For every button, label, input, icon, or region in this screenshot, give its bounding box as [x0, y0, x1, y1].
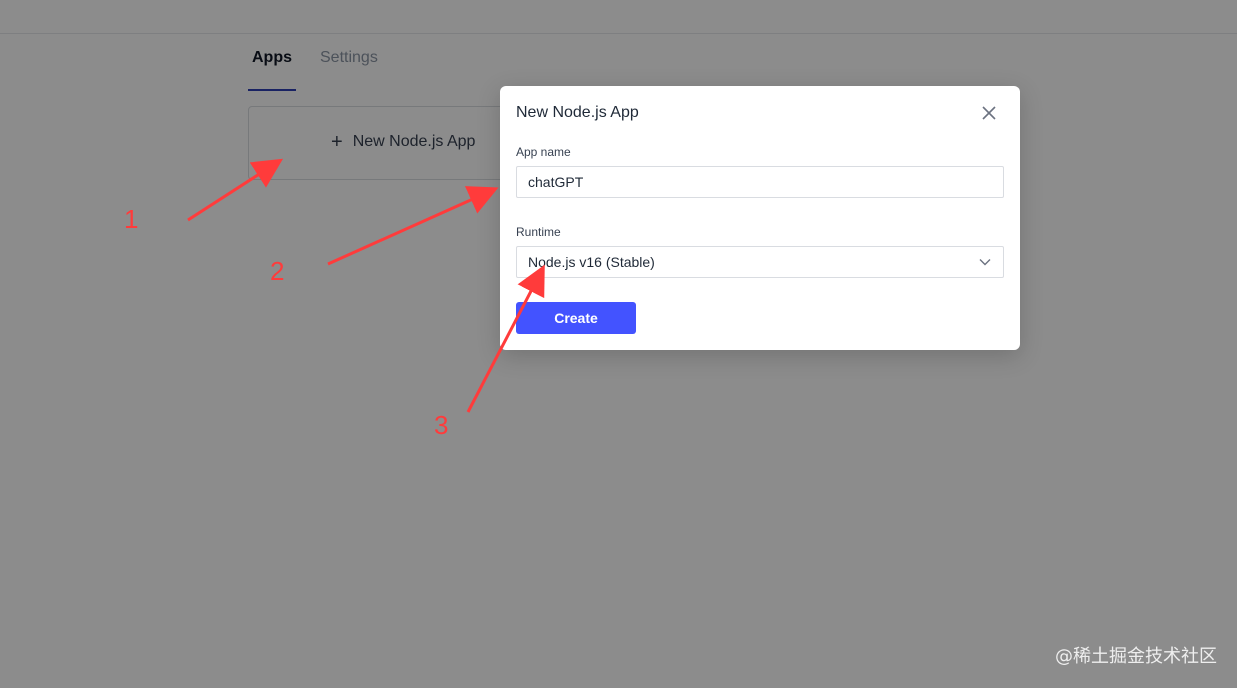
- new-app-dialog: New Node.js App App name Runtime Node.js…: [500, 86, 1020, 350]
- close-button[interactable]: [980, 104, 998, 122]
- chevron-down-icon: [979, 259, 991, 266]
- create-button[interactable]: Create: [516, 302, 636, 334]
- watermark: @稀土掘金技术社区: [1055, 646, 1217, 667]
- app-name-input[interactable]: [516, 166, 1004, 198]
- annotation-label-3: 3: [434, 410, 449, 440]
- runtime-select[interactable]: Node.js v16 (Stable): [516, 246, 1004, 278]
- annotation-label-1: 1: [124, 204, 139, 234]
- app-page: Apps Settings + New Node.js App New Node…: [0, 0, 1237, 688]
- dialog-title: New Node.js App: [516, 104, 639, 121]
- app-name-label: App name: [516, 145, 571, 159]
- close-icon: [982, 106, 996, 120]
- annotation-label-2: 2: [270, 256, 285, 286]
- runtime-label: Runtime: [516, 225, 561, 239]
- runtime-selected-value: Node.js v16 (Stable): [528, 254, 655, 270]
